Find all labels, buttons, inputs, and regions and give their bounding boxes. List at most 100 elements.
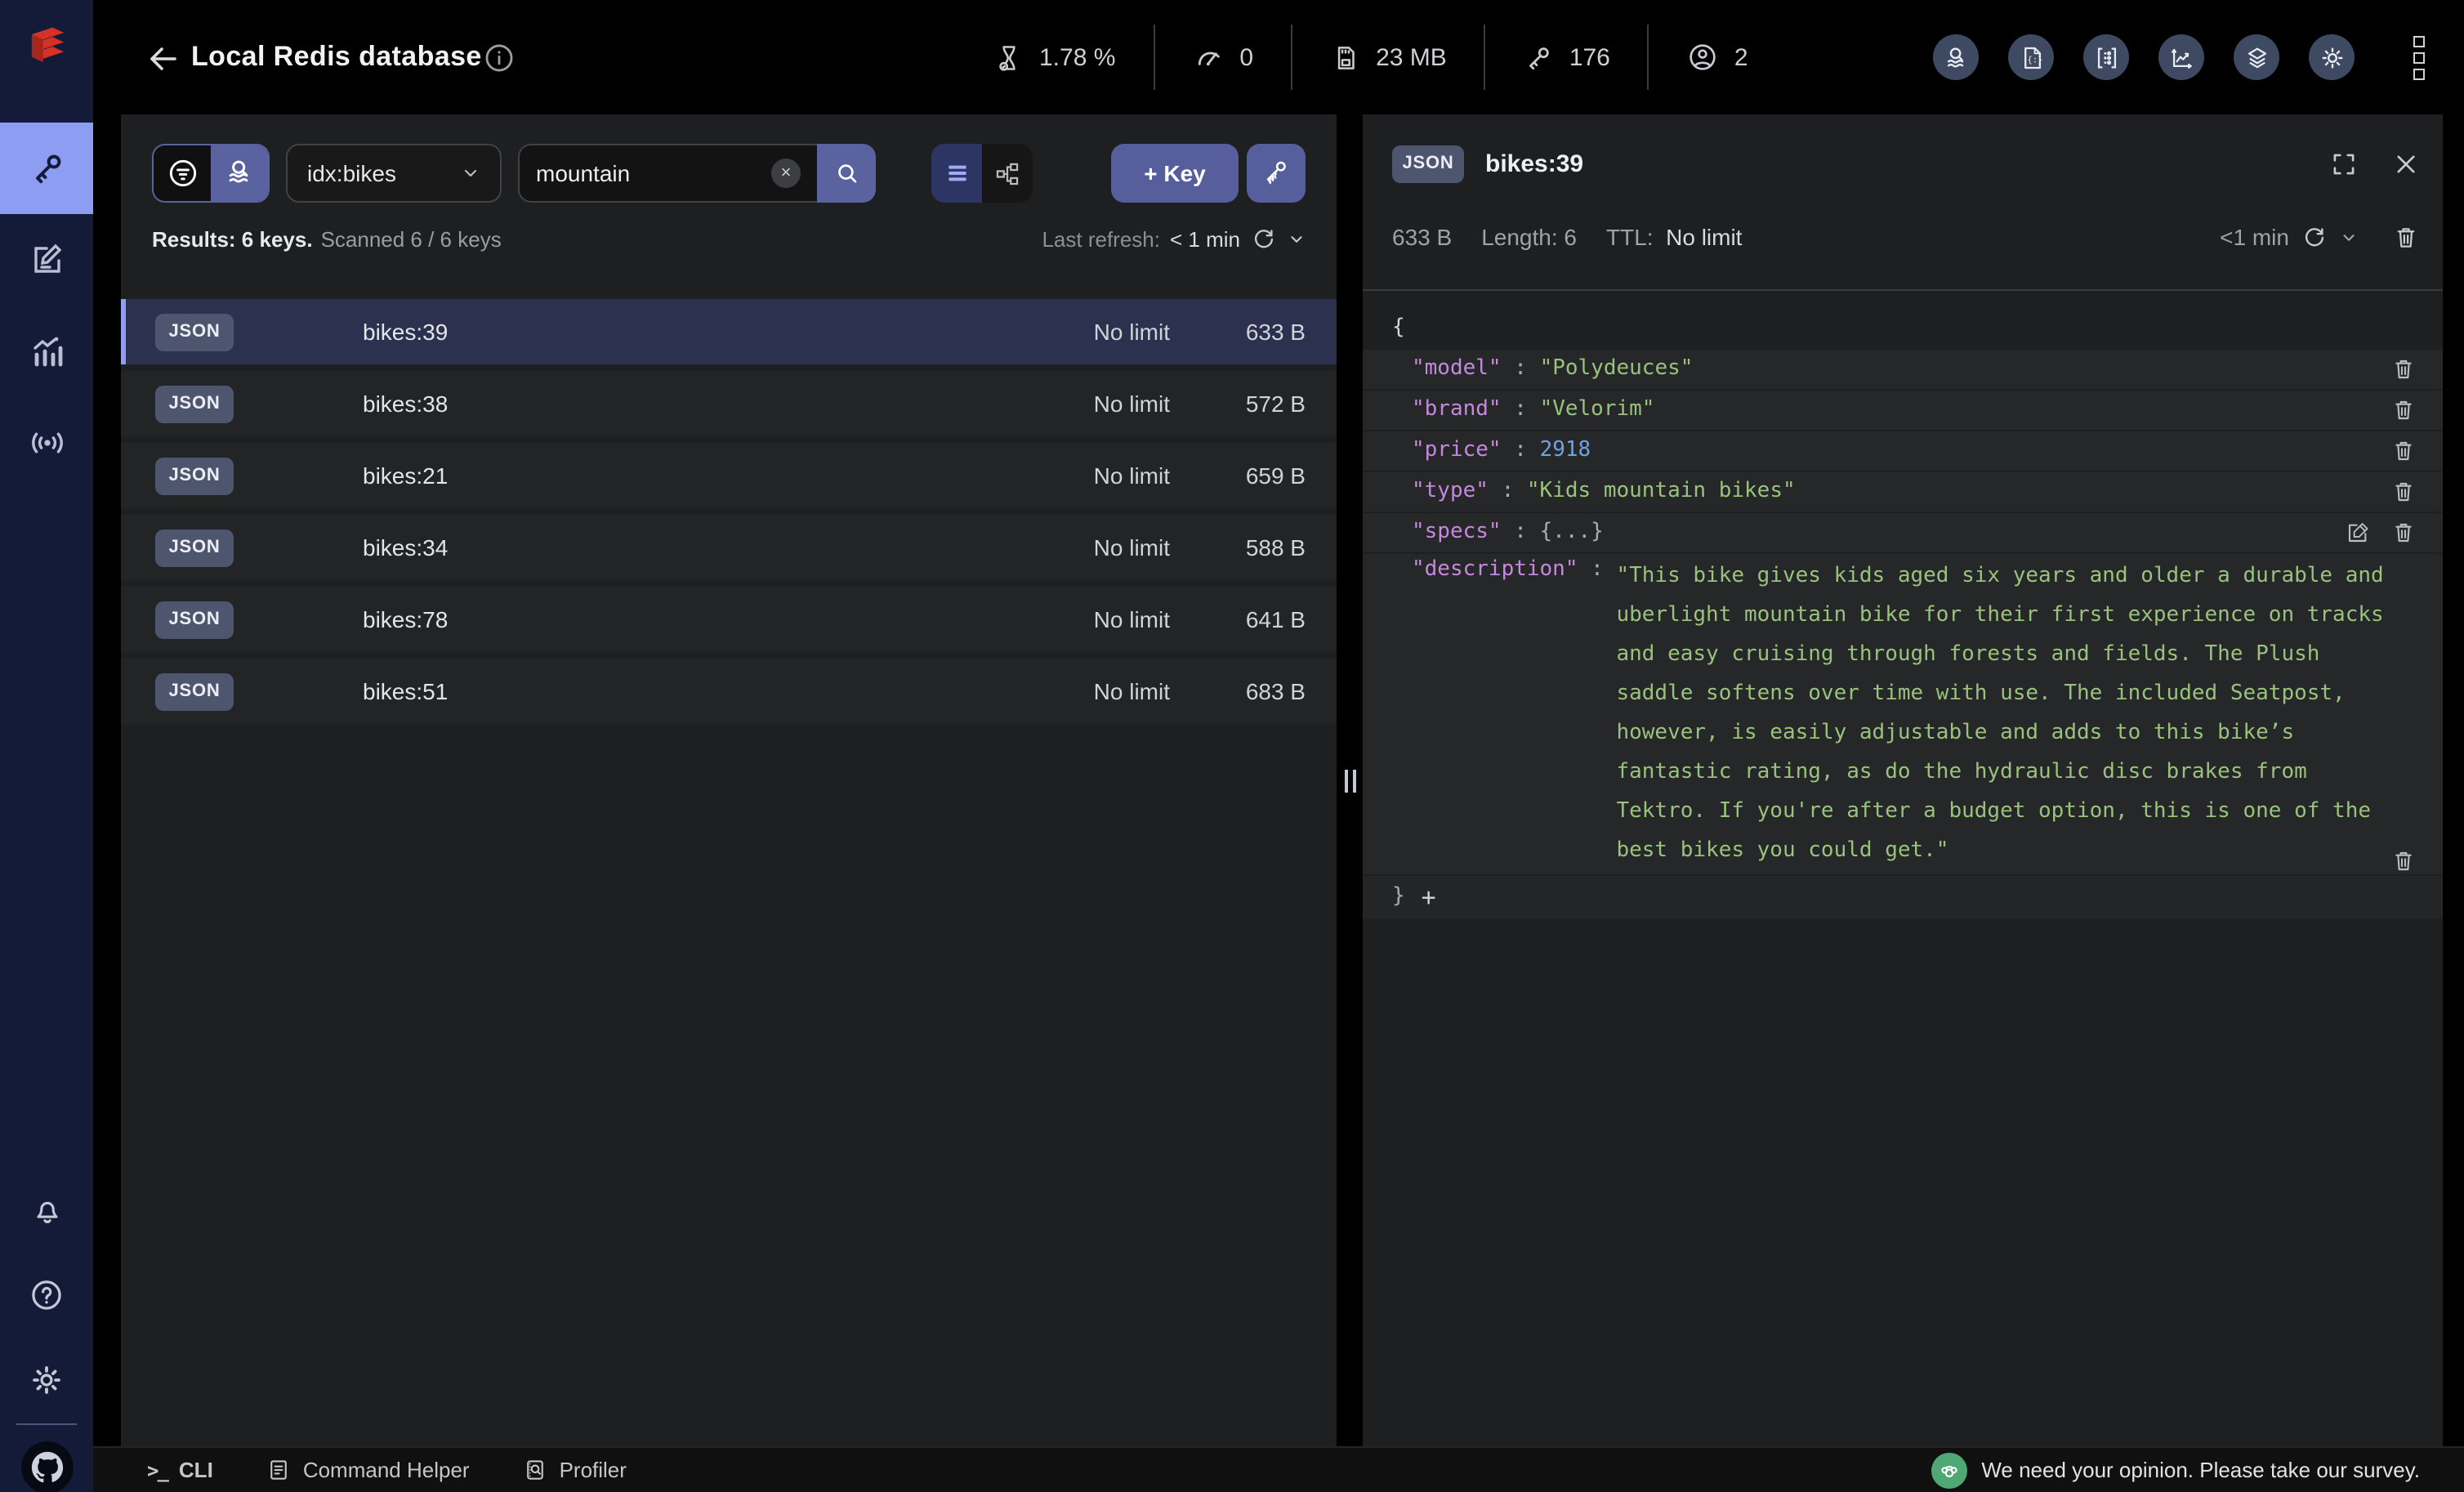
key-size: 588 B <box>1246 534 1306 561</box>
search-input-value: mountain <box>536 160 771 186</box>
magnifier-icon <box>831 158 862 189</box>
key-name: bikes:21 <box>363 462 448 489</box>
overflow-menu-button[interactable] <box>2402 33 2435 82</box>
delete-field-button[interactable] <box>2390 479 2417 505</box>
cli-button[interactable]: >_ CLI <box>147 1458 213 1482</box>
search-module-button[interactable] <box>1933 34 1979 80</box>
json-field-row-description[interactable]: "description" : "This bike gives kids ag… <box>1363 554 2443 874</box>
sidebar-item-browser[interactable] <box>0 123 93 214</box>
key-name: bikes:39 <box>363 319 448 345</box>
key-ttl: No limit <box>1094 391 1170 417</box>
workbench-icon <box>27 240 66 279</box>
add-key-button[interactable]: + Key <box>1111 144 1239 203</box>
database-stats: 1.78 % 0 23 MB 176 <box>956 25 1786 90</box>
key-size: 641 B <box>1246 606 1306 632</box>
profiler-label: Profiler <box>560 1458 627 1482</box>
key-type-badge: JSON <box>1392 145 1464 182</box>
json-field-row-brand[interactable]: "brand" : "Velorim" <box>1363 391 2443 430</box>
key-icon <box>27 149 66 188</box>
key-list-row[interactable]: JSON bikes:39 No limit 633 B <box>121 299 1337 364</box>
json-field-row-price[interactable]: "price" : 2918 <box>1363 431 2443 471</box>
last-refresh: Last refresh: < 1 min <box>1042 225 1306 252</box>
list-view-button[interactable] <box>931 144 982 203</box>
profiler-icon <box>524 1458 548 1482</box>
sidebar-item-analytics[interactable] <box>0 306 93 397</box>
key-size: 683 B <box>1246 678 1306 704</box>
delete-field-button[interactable] <box>2390 397 2417 423</box>
help-button[interactable] <box>0 1258 93 1330</box>
refresh-icon[interactable] <box>2301 223 2328 251</box>
details-refresh-value: <1 min <box>2220 224 2289 250</box>
index-select[interactable]: idx:bikes <box>286 144 502 203</box>
key-type-badge: JSON <box>155 385 234 422</box>
bloom-module-icon <box>2092 43 2120 71</box>
sidebar-item-pubsub[interactable] <box>0 397 93 489</box>
key-list-row[interactable]: JSON bikes:38 No limit 572 B <box>121 371 1337 436</box>
gears-module-button[interactable] <box>2309 34 2355 80</box>
timeseries-module-button[interactable] <box>2158 34 2204 80</box>
profiler-button[interactable]: Profiler <box>524 1458 627 1482</box>
svg-text:{:}: {:} <box>2026 54 2042 65</box>
delete-field-button[interactable] <box>2390 438 2417 464</box>
command-helper-button[interactable]: Command Helper <box>267 1458 470 1482</box>
back-button[interactable] <box>142 38 185 80</box>
json-module-button[interactable]: {:} <box>2008 34 2054 80</box>
stack-module-button[interactable] <box>2234 34 2279 80</box>
github-link[interactable] <box>0 1432 93 1492</box>
filter-by-type-button[interactable] <box>154 145 211 201</box>
bloom-module-button[interactable] <box>2083 34 2129 80</box>
keys-icon <box>1260 157 1292 190</box>
user-icon <box>1687 41 1720 74</box>
sidebar-item-workbench[interactable] <box>0 214 93 306</box>
json-field-row-model[interactable]: "model" : "Polydeuces" <box>1363 350 2443 389</box>
stack-module-icon <box>2243 43 2270 71</box>
refresh-icon[interactable] <box>1250 225 1278 252</box>
key-name: bikes:38 <box>363 391 448 417</box>
database-title: Local Redis database <box>191 41 482 74</box>
key-size: 633 B <box>1246 319 1306 345</box>
close-icon[interactable] <box>2392 148 2420 179</box>
delete-key-button[interactable] <box>2392 223 2420 251</box>
stat-keys: 176 <box>1484 25 1648 90</box>
panel-resize-handle[interactable] <box>1337 114 1363 1448</box>
chevron-down-icon[interactable] <box>1288 230 1306 248</box>
tree-view-button[interactable] <box>982 144 1033 203</box>
chevron-down-icon <box>461 163 480 183</box>
gauge-icon <box>1192 41 1225 74</box>
key-type-badge: JSON <box>155 601 234 638</box>
clear-search-button[interactable]: × <box>771 159 801 188</box>
json-field-row-type[interactable]: "type" : "Kids mountain bikes" <box>1363 472 2443 511</box>
bulk-actions-button[interactable] <box>1247 144 1306 203</box>
key-ttl: No limit <box>1094 678 1170 704</box>
delete-field-button[interactable] <box>2390 848 2417 874</box>
settings-button[interactable] <box>0 1343 93 1415</box>
key-details-panel: JSON bikes:39 633 B Length: 6 TTL: No li… <box>1363 114 2443 1448</box>
stat-keys-value: 176 <box>1569 43 1610 71</box>
search-by-values-button[interactable] <box>211 145 268 201</box>
survey-banner[interactable]: We need your opinion. Please take our su… <box>1931 1452 2420 1488</box>
chevron-down-icon[interactable] <box>2340 228 2358 246</box>
edit-field-button[interactable] <box>2345 520 2371 546</box>
redis-logo <box>0 0 93 93</box>
add-json-field-button[interactable]: + <box>1422 885 1436 909</box>
search-input[interactable]: mountain × <box>518 144 817 203</box>
delete-field-button[interactable] <box>2390 520 2417 546</box>
info-icon[interactable] <box>482 41 516 75</box>
key-list-row[interactable]: JSON bikes:78 No limit 641 B <box>121 587 1337 652</box>
key-type-badge: JSON <box>155 672 234 710</box>
gear-icon <box>28 1360 65 1398</box>
key-name: bikes:78 <box>363 606 448 632</box>
analytics-icon <box>27 332 66 371</box>
key-list-row[interactable]: JSON bikes:34 No limit 588 B <box>121 515 1337 580</box>
search-waves-icon <box>221 155 257 191</box>
details-separator <box>1363 289 2443 291</box>
json-field-row-specs[interactable]: "specs" : {...} <box>1363 513 2443 552</box>
stat-memory: 23 MB <box>1291 25 1484 90</box>
fullscreen-icon[interactable] <box>2328 148 2359 179</box>
search-mode-toggle[interactable] <box>152 144 270 203</box>
key-list-row[interactable]: JSON bikes:51 No limit 683 B <box>121 659 1337 724</box>
search-button[interactable] <box>817 144 876 203</box>
delete-field-button[interactable] <box>2390 356 2417 382</box>
notifications-button[interactable] <box>0 1173 93 1245</box>
key-list-row[interactable]: JSON bikes:21 No limit 659 B <box>121 443 1337 508</box>
